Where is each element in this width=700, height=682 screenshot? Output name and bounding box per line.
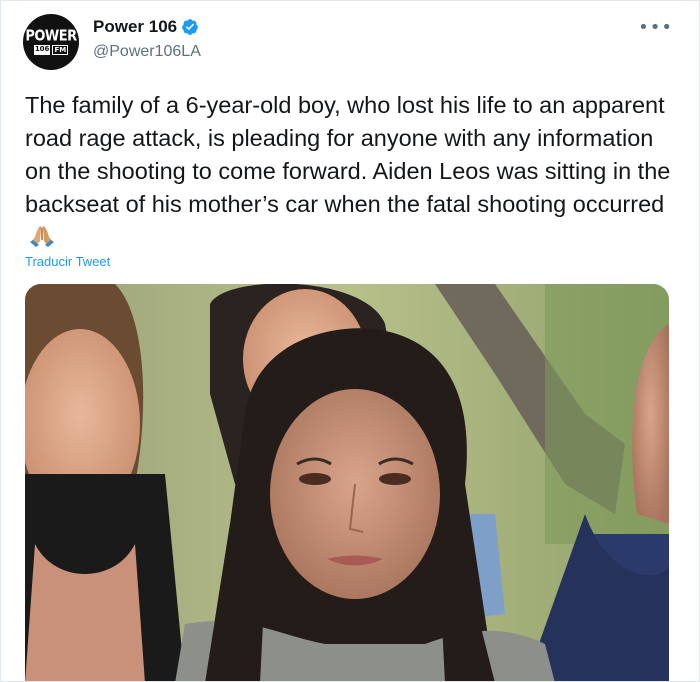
name-row: Power 106 xyxy=(93,17,199,37)
folded-hands-emoji xyxy=(30,226,54,247)
avatar-logo-text: POWER xyxy=(25,27,77,45)
tweet-body: The family of a 6-year-old boy, who lost… xyxy=(25,92,671,217)
display-name[interactable]: Power 106 xyxy=(93,17,177,37)
tweet-text: The family of a 6-year-old boy, who lost… xyxy=(25,89,685,254)
tweet-media-photo[interactable] xyxy=(25,284,669,681)
account-avatar[interactable]: POWER 106 FM xyxy=(23,14,79,70)
news-photo xyxy=(25,284,669,681)
more-icon[interactable]: ••• xyxy=(638,17,673,38)
avatar-logo-fm: FM xyxy=(52,44,69,55)
avatar-logo-number: 106 xyxy=(33,44,51,55)
translate-link[interactable]: Traducir Tweet xyxy=(25,254,110,269)
tweet-card: POWER 106 FM Power 106 @Power106LA ••• T… xyxy=(0,0,700,682)
avatar-logo-sub: 106 FM xyxy=(33,44,69,55)
account-handle[interactable]: @Power106LA xyxy=(93,43,201,61)
verified-badge-icon xyxy=(182,19,198,35)
